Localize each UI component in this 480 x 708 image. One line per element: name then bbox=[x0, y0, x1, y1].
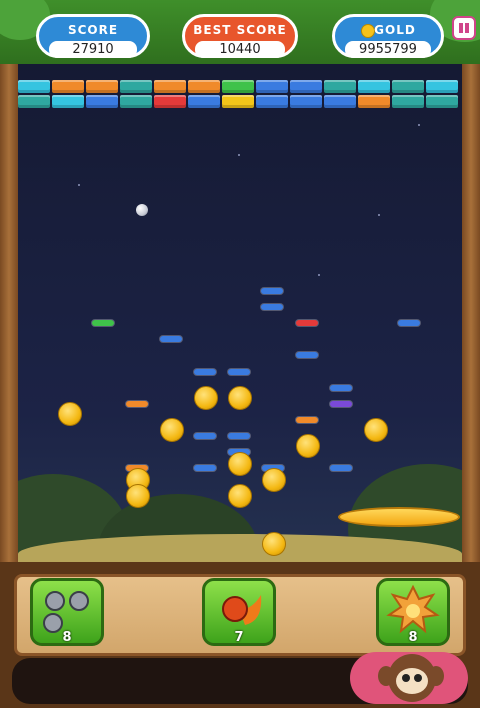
brick bbox=[222, 95, 254, 108]
score-panel: SCORE 27910 bbox=[36, 14, 150, 58]
coin bbox=[364, 418, 388, 442]
brick bbox=[86, 80, 118, 93]
falling-brick bbox=[296, 320, 318, 326]
coin bbox=[194, 386, 218, 410]
brick bbox=[426, 95, 458, 108]
explosion-count: 8 bbox=[408, 630, 418, 645]
falling-brick bbox=[261, 304, 283, 310]
powerup-fireball-button[interactable]: 7 bbox=[202, 578, 276, 646]
coin bbox=[160, 418, 184, 442]
coin bbox=[228, 386, 252, 410]
pause-icon bbox=[459, 23, 463, 33]
brick bbox=[120, 95, 152, 108]
brick bbox=[358, 95, 390, 108]
falling-brick bbox=[228, 369, 250, 375]
coin bbox=[296, 434, 320, 458]
falling-brick bbox=[194, 369, 216, 375]
falling-brick bbox=[330, 465, 352, 471]
falling-brick bbox=[126, 401, 148, 407]
play-field[interactable] bbox=[18, 64, 462, 564]
coin bbox=[58, 402, 82, 426]
banana-paddle[interactable] bbox=[338, 507, 460, 527]
brick bbox=[324, 80, 356, 93]
brick bbox=[52, 95, 84, 108]
brick bbox=[324, 95, 356, 108]
falling-brick bbox=[160, 336, 182, 342]
brick bbox=[392, 95, 424, 108]
powerup-explosion-button[interactable]: 8 bbox=[376, 578, 450, 646]
score-label: SCORE bbox=[67, 23, 119, 37]
falling-brick bbox=[398, 320, 420, 326]
multi-ball-count: 8 bbox=[62, 630, 72, 645]
frame-post-right bbox=[462, 64, 480, 564]
brick bbox=[120, 80, 152, 93]
brick bbox=[256, 80, 288, 93]
falling-brick bbox=[296, 352, 318, 358]
powerup-multi-ball-button[interactable]: 8 bbox=[30, 578, 104, 646]
best-score-label: BEST SCORE bbox=[193, 23, 287, 37]
falling-brick bbox=[194, 465, 216, 471]
falling-brick bbox=[296, 417, 318, 423]
gold-value: 9955799 bbox=[345, 41, 431, 58]
brick bbox=[290, 80, 322, 93]
best-score-value: 10440 bbox=[195, 41, 285, 58]
gold-panel: GOLD 9955799 bbox=[332, 14, 444, 58]
coin bbox=[262, 468, 286, 492]
top-hud-bar: SCORE 27910 BEST SCORE 10440 GOLD 995579… bbox=[0, 0, 480, 64]
brick bbox=[86, 95, 118, 108]
frame-post-left bbox=[0, 64, 18, 564]
falling-brick bbox=[261, 288, 283, 294]
coin bbox=[228, 484, 252, 508]
falling-brick bbox=[194, 433, 216, 439]
pause-button[interactable] bbox=[452, 16, 476, 40]
brick bbox=[154, 95, 186, 108]
monkey-character-button[interactable] bbox=[350, 652, 468, 704]
falling-brick bbox=[330, 385, 352, 391]
brick bbox=[392, 80, 424, 93]
brick bbox=[18, 80, 50, 93]
monkey-icon bbox=[388, 654, 436, 702]
brick bbox=[188, 95, 220, 108]
coin bbox=[126, 484, 150, 508]
brick bbox=[256, 95, 288, 108]
brick bbox=[222, 80, 254, 93]
falling-brick bbox=[228, 433, 250, 439]
brick bbox=[290, 95, 322, 108]
gold-label: GOLD bbox=[374, 23, 416, 37]
brick bbox=[18, 95, 50, 108]
brick bbox=[154, 80, 186, 93]
fireball-count: 7 bbox=[234, 630, 244, 645]
coin bbox=[228, 452, 252, 476]
score-value: 27910 bbox=[49, 41, 137, 58]
ball bbox=[136, 204, 148, 216]
coin bbox=[262, 532, 286, 556]
brick bbox=[188, 80, 220, 93]
best-score-panel: BEST SCORE 10440 bbox=[182, 14, 298, 58]
brick bbox=[358, 80, 390, 93]
falling-brick bbox=[92, 320, 114, 326]
brick bbox=[426, 80, 458, 93]
brick bbox=[52, 80, 84, 93]
falling-brick bbox=[330, 401, 352, 407]
